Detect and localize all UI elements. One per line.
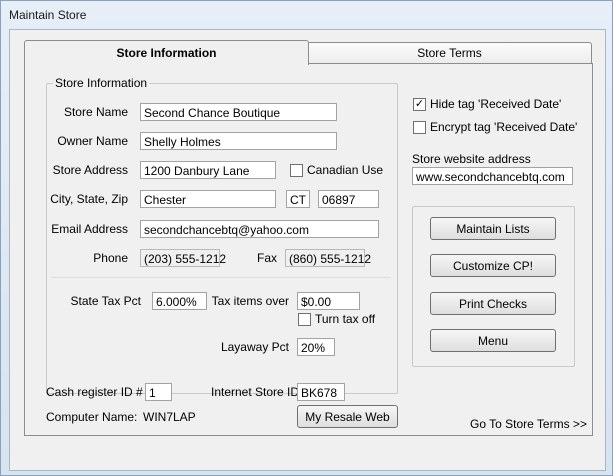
turn-tax-off-checkbox[interactable] [298,313,311,326]
email-label: Email Address [51,222,128,236]
computer-name-value: WIN7LAP [143,410,196,424]
cash-register-field[interactable]: 1 [145,383,172,401]
internet-store-label: Internet Store ID [211,385,300,399]
canadian-use-label: Canadian Use [307,163,384,177]
hide-tag-checkbox[interactable]: ✓ [413,98,426,111]
state-field[interactable]: CT [286,190,310,208]
encrypt-tag-checkbox[interactable] [413,121,426,134]
cash-register-label: Cash register ID # [46,385,143,399]
group-divider [51,277,391,278]
store-name-label: Store Name [63,105,128,119]
owner-name-label: Owner Name [57,134,128,148]
computer-name-label: Computer Name: [46,410,138,424]
fax-label: Fax [256,251,277,265]
state-tax-field[interactable]: 6.000% [152,292,207,310]
store-information-group: Store Information Store Name Second Chan… [46,76,398,394]
encrypt-tag-label: Encrypt tag 'Received Date' [430,120,578,134]
group-legend: Store Information [53,76,150,90]
zip-field[interactable]: 06897 [318,190,379,208]
store-address-field[interactable]: 1200 Danbury Lane [140,161,276,179]
email-field[interactable]: secondchancebtq@yahoo.com [140,220,379,238]
actions-group: Maintain Lists Customize CP! Print Check… [412,206,575,367]
website-field[interactable]: www.secondchancebtq.com [412,167,573,185]
tab-store-terms[interactable]: Store Terms [307,42,592,63]
tax-items-over-field[interactable]: $0.00 [297,292,360,310]
store-name-field[interactable]: Second Chance Boutique [140,103,337,121]
title-bar[interactable]: Maintain Store [1,1,612,29]
customize-cp-button[interactable]: Customize CP! [430,254,556,277]
fax-field[interactable]: (860) 555-1212 [285,249,371,267]
window-client-area: Store Information Store Terms Store Info… [9,29,606,471]
print-checks-button[interactable]: Print Checks [430,292,556,315]
window-title: Maintain Store [9,8,87,22]
owner-name-field[interactable]: Shelly Holmes [140,132,337,150]
tax-items-over-label: Tax items over [211,294,289,308]
website-label: Store website address [412,152,531,166]
city-state-zip-label: City, State, Zip [50,192,128,206]
turn-tax-off-label: Turn tax off [315,312,376,326]
store-address-label: Store Address [52,163,128,177]
internet-store-field[interactable]: BK678 [297,383,345,401]
store-information-panel: Store Information Store Name Second Chan… [24,63,593,436]
layaway-label: Layaway Pct [220,340,289,354]
phone-label: Phone [93,251,128,265]
phone-field[interactable]: (203) 555-1212 [140,249,226,267]
maintain-lists-button[interactable]: Maintain Lists [430,217,556,240]
tab-store-information[interactable]: Store Information [24,40,309,65]
city-field[interactable]: Chester [140,190,276,208]
my-resale-web-button[interactable]: My Resale Web [297,405,398,428]
canadian-use-checkbox[interactable] [290,164,303,177]
go-to-store-terms-link[interactable]: Go To Store Terms >> [470,417,587,431]
hide-tag-label: Hide tag 'Received Date' [430,97,562,111]
maintain-store-window: Maintain Store Store Information Store T… [0,0,613,476]
checkmark-icon: ✓ [414,98,425,110]
menu-button[interactable]: Menu [430,329,556,352]
state-tax-label: State Tax Pct [70,294,141,308]
layaway-field[interactable]: 20% [297,338,335,356]
